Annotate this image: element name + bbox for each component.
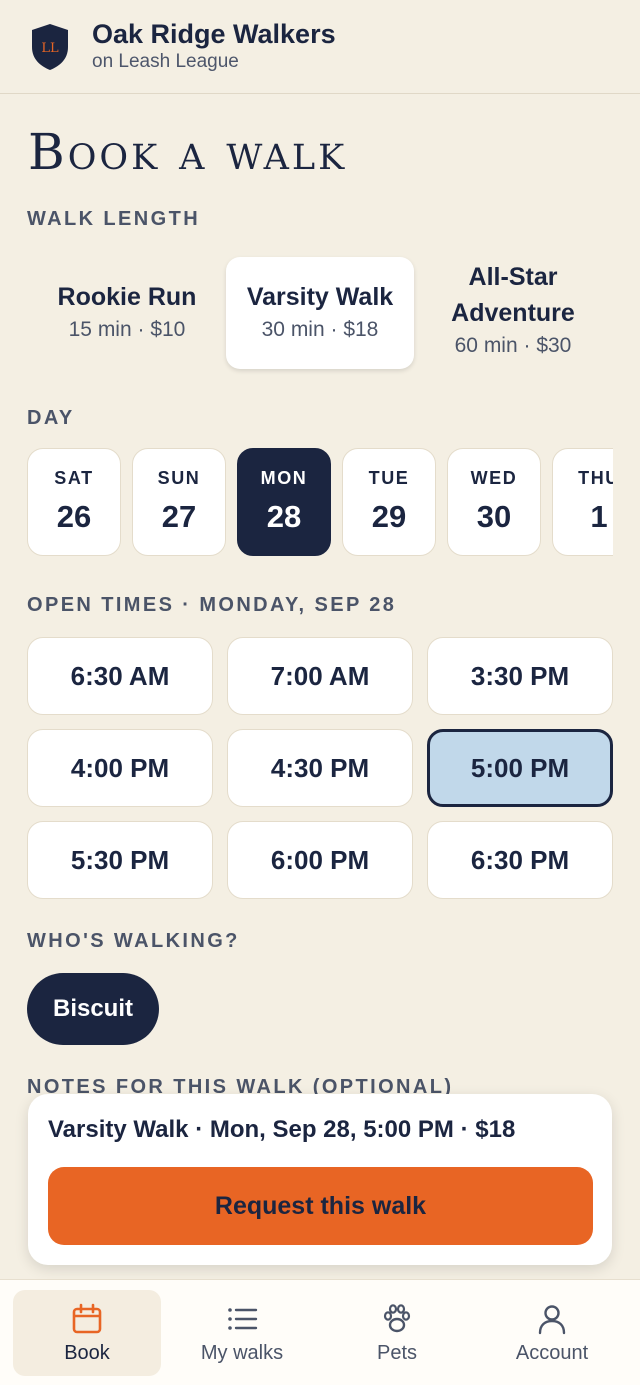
day-dow: WED xyxy=(470,468,518,488)
time-slot[interactable]: 4:30 PM xyxy=(227,729,413,807)
day-number: 26 xyxy=(56,499,92,534)
day-option-tue[interactable]: TUE 29 xyxy=(342,448,436,556)
day-number: 30 xyxy=(476,499,512,534)
walk-length-option-rookie-run[interactable]: Rookie Run 15 min · $10 xyxy=(33,257,221,369)
nav-label: Account xyxy=(515,1342,589,1364)
walk-length-label: WALK LENGTH xyxy=(27,208,201,230)
nav-label: Book xyxy=(64,1342,110,1364)
time-slot[interactable]: 3:30 PM xyxy=(427,637,613,715)
time-slot[interactable]: 5:30 PM xyxy=(27,821,213,899)
walk-length-name: Varsity Walk xyxy=(246,283,394,311)
booking-summary-card: Varsity Walk · Mon, Sep 28, 5:00 PM · $1… xyxy=(28,1094,612,1265)
day-number: 27 xyxy=(161,499,197,534)
walk-length-meta: 60 min · $30 xyxy=(454,334,572,357)
time-slot[interactable]: 6:30 PM xyxy=(427,821,613,899)
walk-length-option-varsity-walk[interactable]: Varsity Walk 30 min · $18 xyxy=(226,257,414,369)
calendar-icon xyxy=(72,1303,102,1334)
day-number: 1 xyxy=(590,499,608,534)
day-dow: MON xyxy=(260,468,308,488)
list-icon xyxy=(228,1308,258,1330)
team-logo: LL xyxy=(30,23,70,71)
request-walk-button[interactable]: Request this walk xyxy=(48,1167,593,1245)
day-option-sat[interactable]: SAT 26 xyxy=(27,448,121,556)
day-dow: TUE xyxy=(368,468,410,488)
day-picker: SAT 26 SUN 27 MON 28 TUE 29 WED 30 THU 1 xyxy=(27,448,613,556)
time-slot[interactable]: 4:00 PM xyxy=(27,729,213,807)
booking-summary-text: Varsity Walk · Mon, Sep 28, 5:00 PM · $1… xyxy=(48,1116,516,1143)
person-icon xyxy=(538,1305,566,1335)
time-slot[interactable]: 6:00 PM xyxy=(227,821,413,899)
day-number: 28 xyxy=(266,499,302,534)
whos-walking-label: WHO'S WALKING? xyxy=(27,930,240,952)
day-label: DAY xyxy=(27,407,75,429)
time-slot[interactable]: 6:30 AM xyxy=(27,637,213,715)
pet-chip-biscuit[interactable]: Biscuit xyxy=(27,973,159,1045)
nav-label: Pets xyxy=(376,1342,418,1364)
day-dow: SUN xyxy=(157,468,201,488)
walk-length-option-all-star-adventure[interactable]: All-Star Adventure 60 min · $30 xyxy=(419,251,607,375)
day-option-wed[interactable]: WED 30 xyxy=(447,448,541,556)
nav-tab-account[interactable]: Account xyxy=(478,1290,626,1376)
open-times-label: OPEN TIMES · MONDAY, SEP 28 xyxy=(27,594,397,616)
page-title: Book a walk xyxy=(28,123,348,181)
day-option-thu[interactable]: THU 1 xyxy=(552,448,613,556)
brand-title: Oak Ridge Walkers xyxy=(92,18,336,49)
day-option-sun[interactable]: SUN 27 xyxy=(132,448,226,556)
nav-label: My walks xyxy=(200,1342,284,1364)
day-dow: THU xyxy=(578,468,613,488)
app-header: LL Oak Ridge Walkers on Leash League xyxy=(0,0,640,94)
nav-tab-pets[interactable]: Pets xyxy=(323,1290,471,1376)
paw-icon xyxy=(383,1304,411,1333)
walk-length-meta: 30 min · $18 xyxy=(261,318,379,341)
day-option-mon[interactable]: MON 28 xyxy=(237,448,331,556)
nav-tab-my-walks[interactable]: My walks xyxy=(168,1290,316,1376)
time-slot-selected[interactable]: 5:00 PM xyxy=(427,729,613,807)
walk-length-options: Rookie Run 15 min · $10 Varsity Walk 30 … xyxy=(27,257,613,369)
walk-length-name: Rookie Run xyxy=(57,283,197,311)
nav-tab-book[interactable]: Book xyxy=(13,1290,161,1376)
day-number: 29 xyxy=(371,499,407,534)
bottom-nav: Book My walks Pets Account xyxy=(0,1279,640,1385)
brand-subtitle: on Leash League xyxy=(92,50,239,72)
walk-length-name: All-Star Adventure xyxy=(451,263,575,327)
time-slot[interactable]: 7:00 AM xyxy=(227,637,413,715)
day-dow: SAT xyxy=(54,468,94,488)
svg-text:LL: LL xyxy=(41,41,59,56)
walk-length-meta: 15 min · $10 xyxy=(68,318,186,341)
